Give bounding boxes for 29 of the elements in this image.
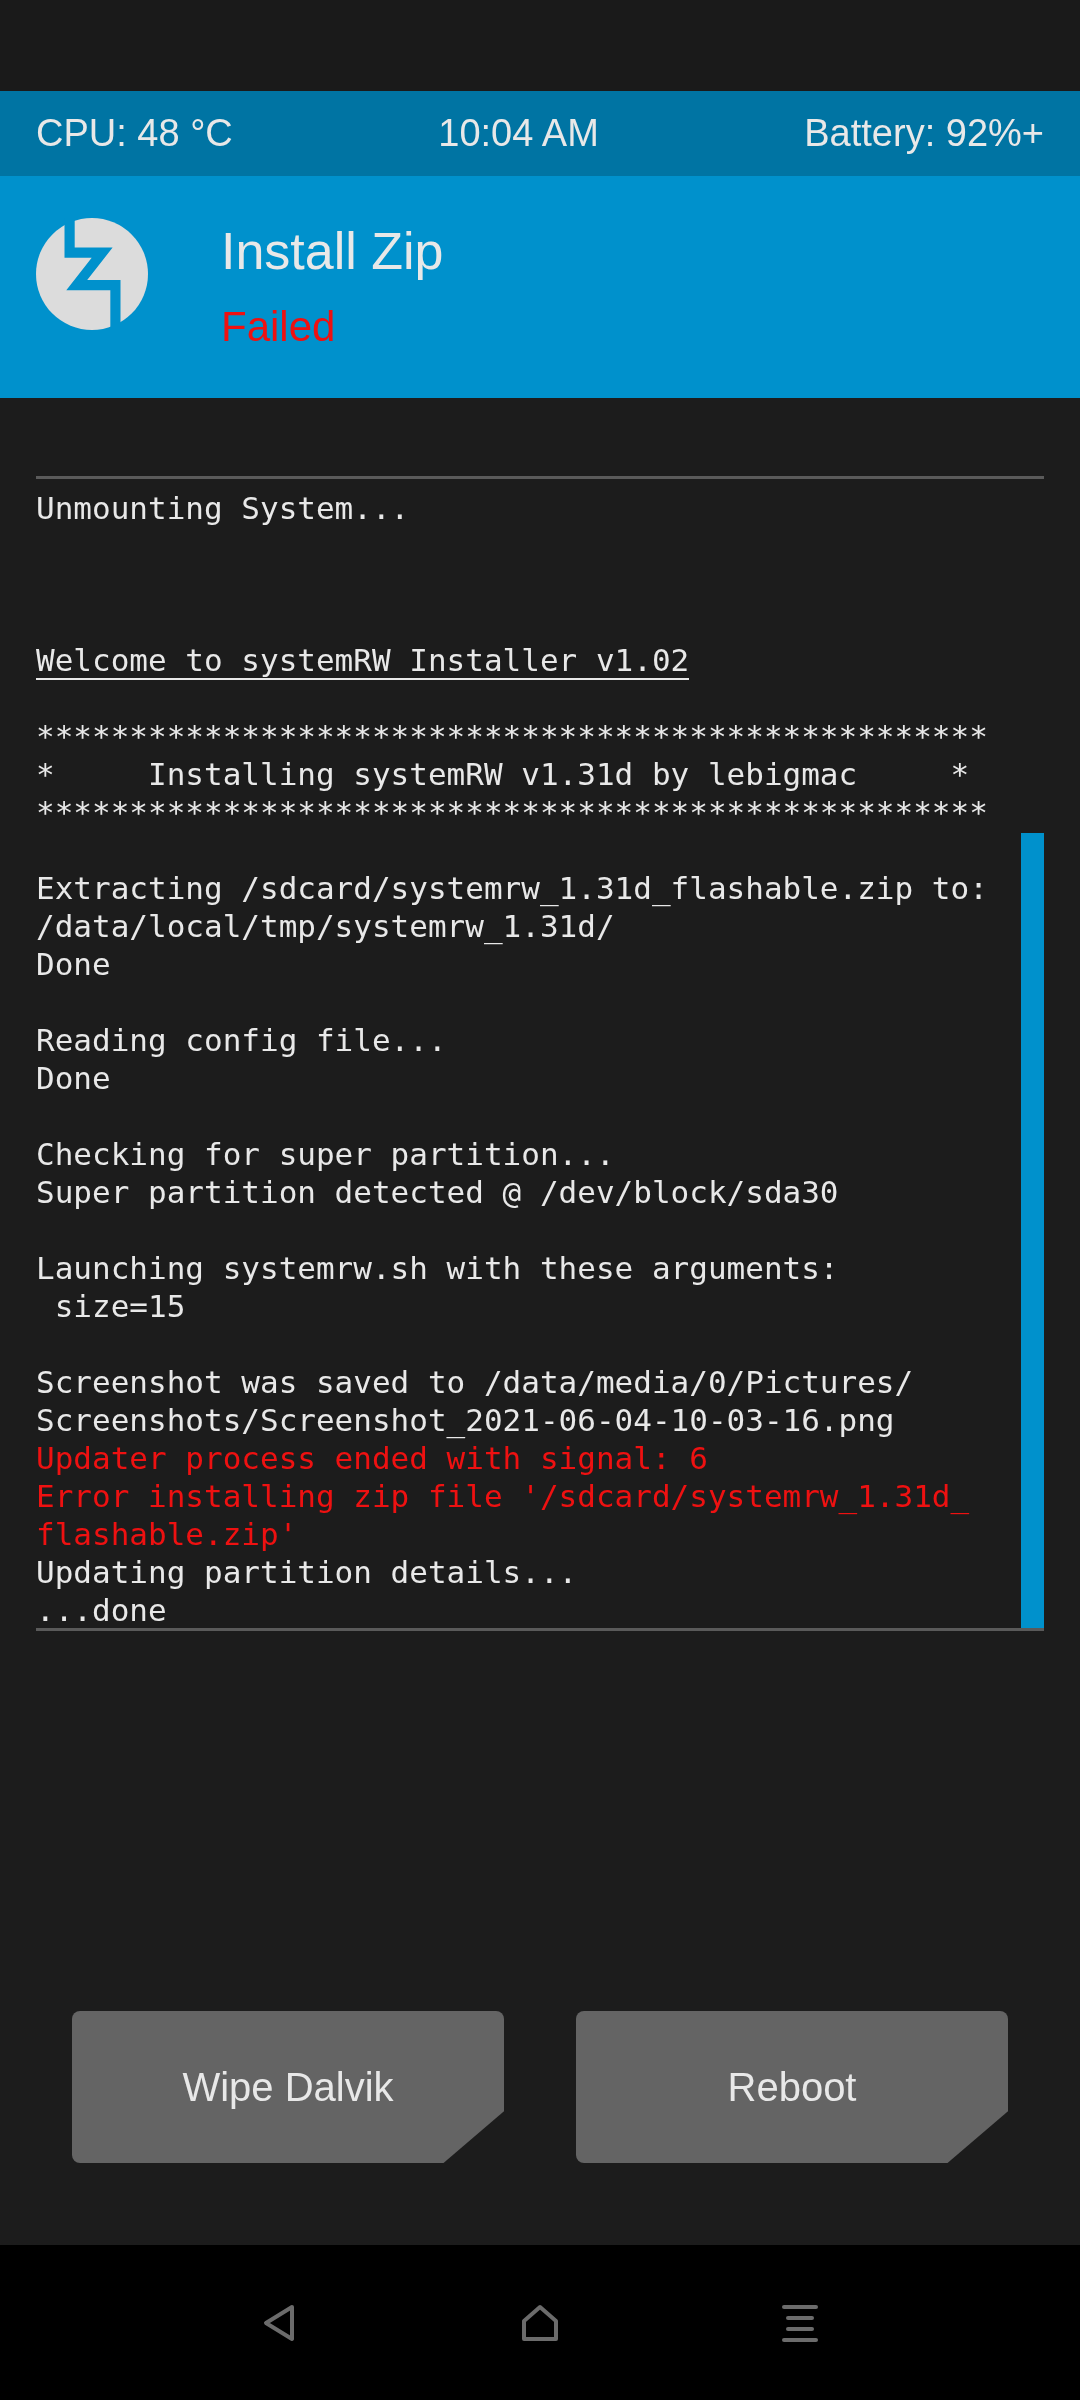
- log-line: Done: [36, 1060, 111, 1096]
- log-line: ***************************************************: [36, 794, 988, 830]
- error-line: Error installing zip file '/sdcard/systemrw_1.31d_: [36, 1478, 970, 1514]
- screen-title: Install Zip: [221, 221, 444, 282]
- install-status: Failed: [221, 302, 337, 352]
- log-line: Super partition detected @ /dev/block/sda30: [36, 1174, 839, 1210]
- log-line: ***************************************************: [36, 718, 988, 754]
- log-line: Done: [36, 946, 111, 982]
- log-line: Reading config file...: [36, 1022, 447, 1058]
- log-line: Screenshot was saved to /data/media/0/Pictures/: [36, 1364, 914, 1400]
- log-line: ...done: [36, 1592, 167, 1628]
- logo-icon: [36, 218, 148, 330]
- action-button[interactable]: Wipe Dalvik: [72, 2011, 504, 2163]
- error-line: flashable.zip': [36, 1516, 298, 1552]
- log-line: /data/local/tmp/systemrw_1.31d/: [36, 908, 615, 944]
- log-line: Updating partition details...: [36, 1554, 578, 1590]
- log-line: Extracting /sdcard/systemrw_1.31d_flashable.zip to:: [36, 870, 988, 906]
- log-line: Checking for super partition...: [36, 1136, 615, 1172]
- log-line: Unmounting System...: [36, 490, 410, 526]
- log-line: Screenshots/Screenshot_2021-06-04-10-03-16.png: [36, 1402, 895, 1438]
- error-line: Updater process ended with signal: 6: [36, 1440, 708, 1476]
- log-line: * Installing systemRW v1.31d by lebigmac *: [36, 756, 970, 792]
- action-button[interactable]: Reboot: [576, 2011, 1008, 2163]
- log-heading: Welcome to systemRW Installer v1.02: [36, 642, 690, 680]
- clock: 10:04 AM: [438, 112, 599, 155]
- battery-level: Battery: 92%+: [804, 112, 1044, 155]
- log-line: Launching systemrw.sh with these arguments:: [36, 1250, 839, 1286]
- log-line: size=15: [53, 1288, 186, 1324]
- cpu-temperature: CPU: 48 °C: [36, 112, 233, 155]
